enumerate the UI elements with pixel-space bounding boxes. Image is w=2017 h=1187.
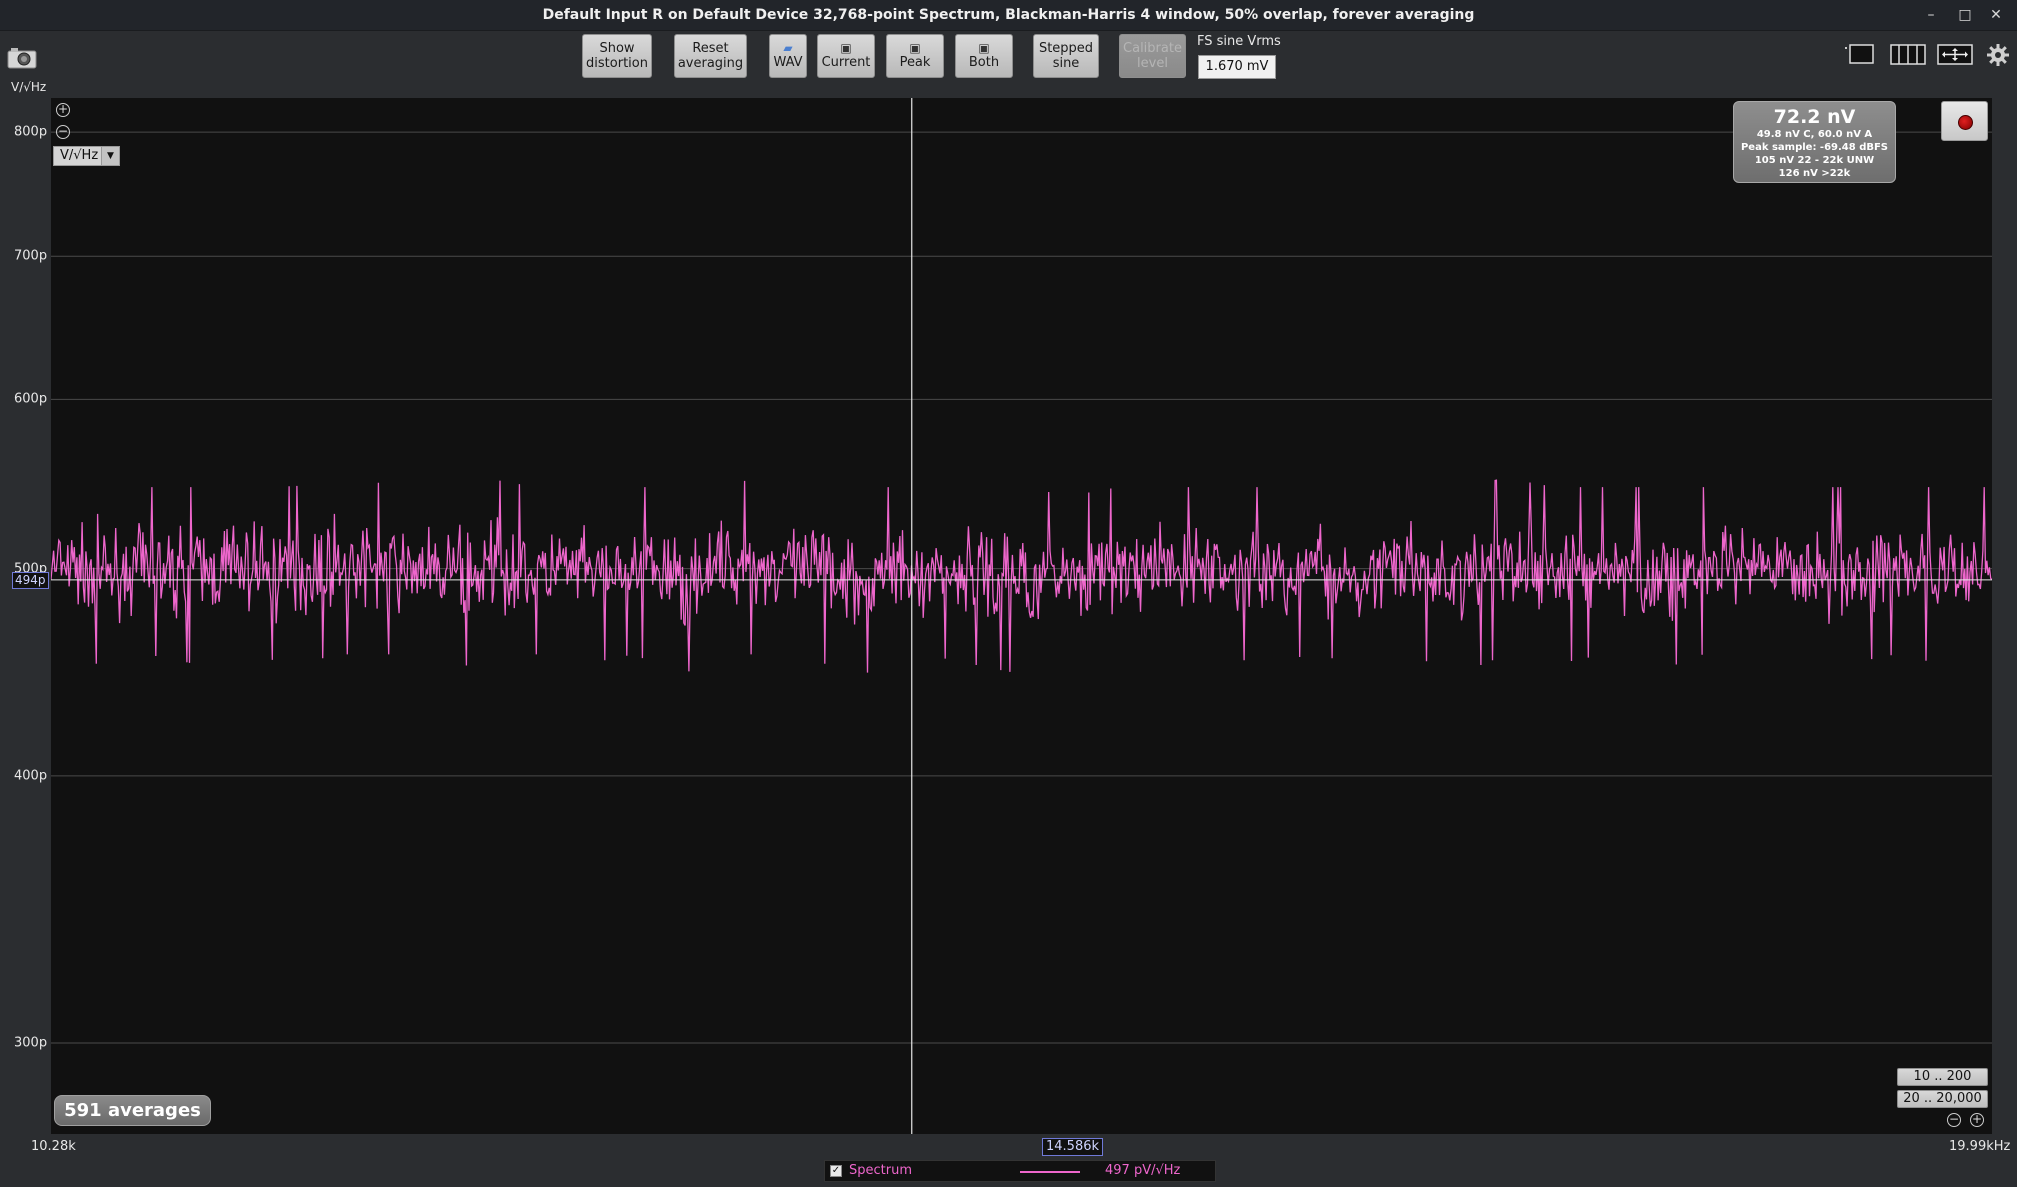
- legend: ✓ Spectrum 497 pV/√Hz: [824, 1160, 1216, 1182]
- readout-main-value: 72.2 nV: [1773, 106, 1856, 128]
- stepped-sine-button[interactable]: Stepped sine: [1033, 34, 1099, 78]
- legend-series-name: Spectrum: [849, 1163, 912, 1178]
- calibrate-level-label-1: Calibrate: [1123, 41, 1182, 56]
- y-unit-label: V/√Hz: [11, 80, 47, 94]
- calibrate-level-button[interactable]: Calibrate level: [1119, 34, 1186, 78]
- reset-averaging-button[interactable]: Reset averaging: [674, 34, 747, 78]
- y-tick-label: 600p: [14, 391, 48, 407]
- show-distortion-label-1: Show: [599, 41, 635, 56]
- zoom-out-icon[interactable]: −: [56, 125, 70, 139]
- fs-sine-label: FS sine Vrms: [1197, 34, 1281, 49]
- save-both-button[interactable]: ▣ Both: [955, 34, 1013, 78]
- x-tick-label-end: 19.99kHz: [1949, 1139, 2011, 1154]
- spectrum-plot[interactable]: [51, 98, 1992, 1134]
- floppy-disk-icon: ▣: [978, 41, 990, 55]
- legend-series-value: 497 pV/√Hz: [1105, 1163, 1181, 1178]
- readout-above-22k: 126 nV >22k: [1778, 168, 1851, 179]
- fullscreen-arrows-icon[interactable]: [1937, 44, 1973, 66]
- show-distortion-label-2: distortion: [586, 56, 648, 71]
- multi-pane-icon[interactable]: [1890, 44, 1926, 66]
- wav-button[interactable]: ▰ WAV: [769, 34, 807, 78]
- range-20-20000-button[interactable]: 20 .. 20,000: [1897, 1090, 1988, 1108]
- floppy-disk-icon: ▣: [840, 41, 852, 55]
- x-zoom-in-icon[interactable]: +: [1970, 1113, 1984, 1127]
- chevron-down-icon: ▼: [101, 147, 119, 165]
- y-tick-label: 700p: [14, 248, 48, 264]
- stepped-sine-label-1: Stepped: [1038, 41, 1094, 56]
- spectrum-chart-svg: [51, 98, 1992, 1134]
- peak-label: Peak: [899, 55, 931, 70]
- window-title: Default Input R on Default Device 32,768…: [542, 7, 1475, 23]
- y-tick-label: 300p: [14, 1035, 48, 1051]
- floppy-disk-icon: ▣: [909, 41, 921, 55]
- stepped-sine-label-2: sine: [1052, 56, 1080, 71]
- readout-unweighted: 105 nV 22 - 22k UNW: [1754, 155, 1875, 166]
- both-label: Both: [968, 55, 1000, 70]
- range-10-200-button[interactable]: 10 .. 200: [1897, 1068, 1988, 1086]
- minimize-button[interactable]: –: [1914, 0, 1948, 30]
- cursor-x-readout: 14.586k: [1042, 1138, 1104, 1156]
- y-tick-label: 400p: [14, 768, 48, 784]
- record-icon: [1958, 115, 1973, 130]
- cursor-y-readout: 494p: [12, 571, 49, 589]
- toolbar: Show distortion Reset averaging ▰ WAV ▣ …: [0, 31, 2017, 97]
- x-zoom-out-icon[interactable]: −: [1947, 1113, 1961, 1127]
- show-distortion-button[interactable]: Show distortion: [582, 34, 652, 78]
- averages-count: 591 averages: [54, 1095, 211, 1126]
- current-label: Current: [821, 55, 871, 70]
- spectrum-visibility-checkbox[interactable]: ✓: [830, 1165, 842, 1177]
- calibrate-level-label-2: level: [1137, 56, 1168, 71]
- title-bar: Default Input R on Default Device 32,768…: [0, 0, 2017, 31]
- save-current-button[interactable]: ▣ Current: [817, 34, 875, 78]
- readout-weighted: 49.8 nV C, 60.0 nV A: [1756, 129, 1873, 140]
- wav-label: WAV: [773, 55, 803, 70]
- maximize-button[interactable]: □: [1948, 0, 1982, 30]
- folder-icon: ▰: [783, 41, 793, 55]
- spectrum-trace: [51, 479, 1992, 673]
- legend-line-swatch: [1020, 1171, 1080, 1173]
- zoom-in-icon[interactable]: +: [56, 103, 70, 117]
- close-button[interactable]: ✕: [1979, 0, 2013, 30]
- reset-averaging-label-1: Reset: [692, 41, 729, 56]
- reset-averaging-label-2: averaging: [677, 56, 744, 71]
- camera-icon[interactable]: [7, 46, 37, 70]
- y-tick-label: 800p: [14, 124, 48, 140]
- fs-sine-input[interactable]: 1.670 mV: [1198, 55, 1276, 79]
- gear-icon[interactable]: [1986, 43, 2010, 67]
- units-dropdown-value: V/√Hz: [60, 148, 99, 163]
- single-window-icon[interactable]: [1844, 44, 1874, 66]
- record-button[interactable]: [1941, 101, 1988, 141]
- level-readout: 72.2 nV 49.8 nV C, 60.0 nV A Peak sample…: [1733, 101, 1896, 183]
- x-tick-label-start: 10.28k: [31, 1139, 76, 1154]
- units-dropdown[interactable]: V/√Hz ▼: [53, 146, 120, 166]
- readout-peak-sample: Peak sample: -69.48 dBFS: [1740, 142, 1889, 153]
- save-peak-button[interactable]: ▣ Peak: [886, 34, 944, 78]
